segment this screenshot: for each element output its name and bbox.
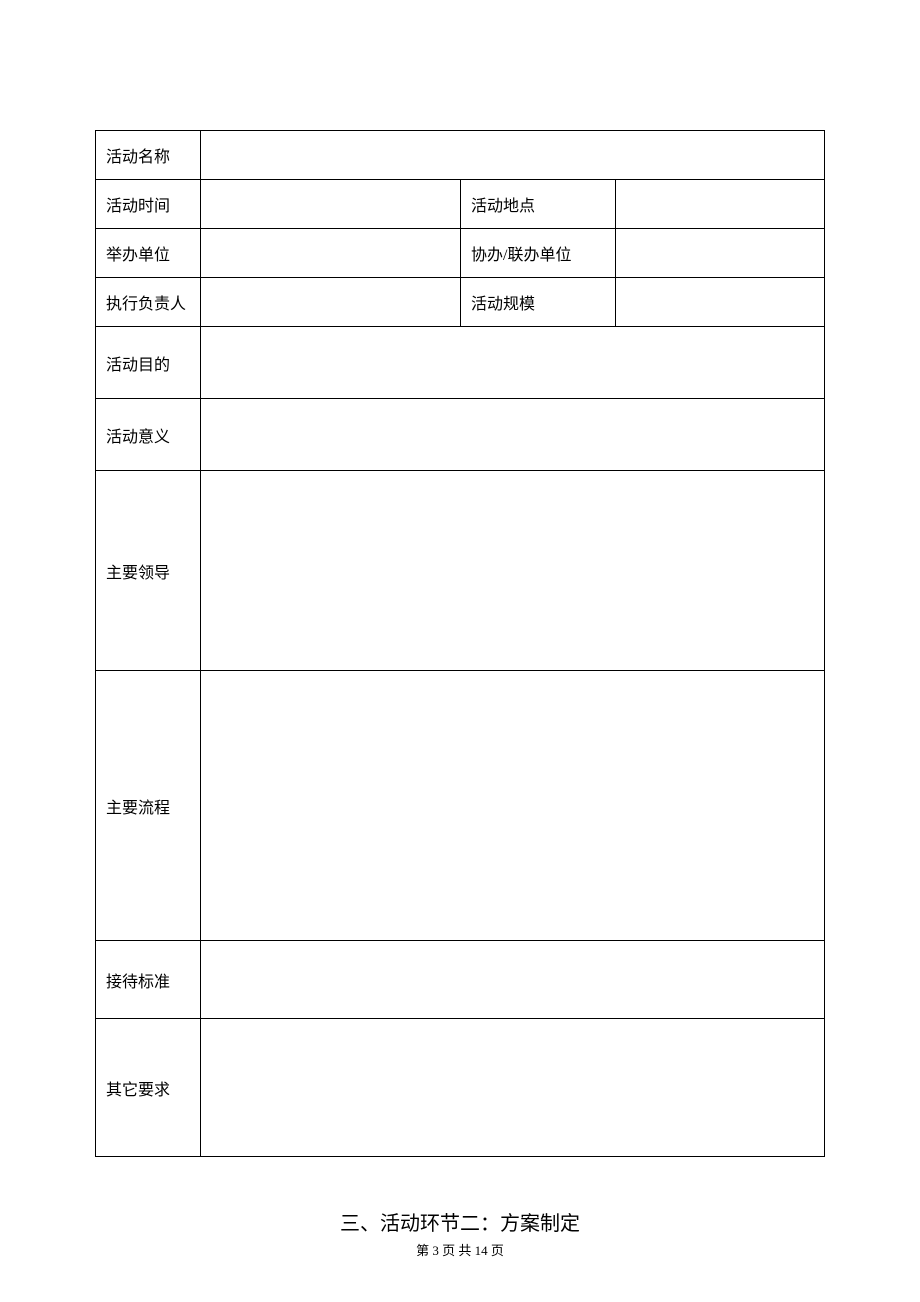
value-activity-name <box>201 131 825 180</box>
label-main-leaders: 主要领导 <box>96 471 201 671</box>
label-activity-time: 活动时间 <box>96 180 201 229</box>
label-other-requirements: 其它要求 <box>96 1019 201 1157</box>
activity-form-table: 活动名称 活动时间 活动地点 举办单位 协办/联办单位 执行负责人 活动规模 <box>95 130 825 1157</box>
table-row: 举办单位 协办/联办单位 <box>96 229 825 278</box>
label-exec-person: 执行负责人 <box>96 278 201 327</box>
table-row: 活动时间 活动地点 <box>96 180 825 229</box>
footer-total-pages: 14 <box>475 1243 488 1258</box>
table-row: 主要领导 <box>96 471 825 671</box>
table-row: 接待标准 <box>96 941 825 1019</box>
footer-suffix: 页 <box>491 1243 504 1258</box>
value-activity-meaning <box>201 399 825 471</box>
label-host-unit: 举办单位 <box>96 229 201 278</box>
label-activity-purpose: 活动目的 <box>96 327 201 399</box>
footer-prefix: 第 <box>416 1243 429 1258</box>
label-coop-unit: 协办/联办单位 <box>461 229 616 278</box>
value-other-requirements <box>201 1019 825 1157</box>
value-activity-purpose <box>201 327 825 399</box>
label-activity-name: 活动名称 <box>96 131 201 180</box>
label-reception-standard: 接待标准 <box>96 941 201 1019</box>
section-heading: 三、活动环节二：方案制定 <box>95 1207 825 1236</box>
table-row: 活动意义 <box>96 399 825 471</box>
value-coop-unit <box>616 229 825 278</box>
table-row: 主要流程 <box>96 671 825 941</box>
table-row: 执行负责人 活动规模 <box>96 278 825 327</box>
value-activity-location <box>616 180 825 229</box>
page-footer: 第 3 页 共 14 页 <box>95 1240 825 1259</box>
value-main-process <box>201 671 825 941</box>
table-row: 活动目的 <box>96 327 825 399</box>
value-main-leaders <box>201 471 825 671</box>
label-activity-meaning: 活动意义 <box>96 399 201 471</box>
label-main-process: 主要流程 <box>96 671 201 941</box>
table-row: 活动名称 <box>96 131 825 180</box>
table-row: 其它要求 <box>96 1019 825 1157</box>
value-activity-time <box>201 180 461 229</box>
value-activity-scale <box>616 278 825 327</box>
footer-middle: 页 共 <box>442 1243 471 1258</box>
value-exec-person <box>201 278 461 327</box>
value-reception-standard <box>201 941 825 1019</box>
label-activity-scale: 活动规模 <box>461 278 616 327</box>
footer-current-page: 3 <box>432 1243 439 1258</box>
page-container: 活动名称 活动时间 活动地点 举办单位 协办/联办单位 执行负责人 活动规模 <box>0 0 920 1259</box>
value-host-unit <box>201 229 461 278</box>
label-activity-location: 活动地点 <box>461 180 616 229</box>
